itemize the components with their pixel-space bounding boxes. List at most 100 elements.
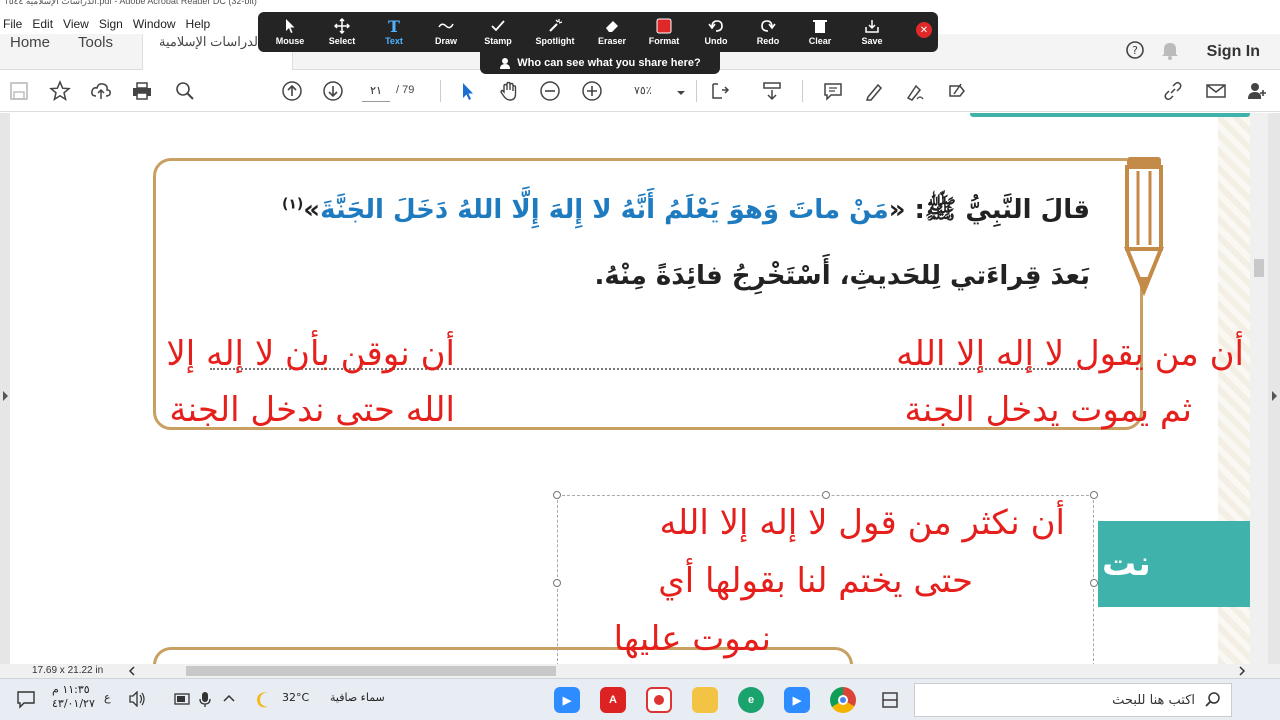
bell-icon[interactable]	[1161, 40, 1179, 64]
share-link-icon[interactable]	[1160, 78, 1186, 104]
annotation-right[interactable]: أن من يقول لا إله إلا الله ثم يموت يدخل …	[896, 326, 1244, 438]
expand-left-panel-icon[interactable]	[1, 390, 9, 402]
page-size: 17.69 x 21.22 in	[32, 665, 104, 676]
who-can-see-button[interactable]: Who can see what you share here?	[480, 52, 720, 74]
menu-sign[interactable]: Sign	[96, 14, 130, 34]
resize-handle[interactable]	[1090, 491, 1098, 499]
notifications-icon[interactable]	[16, 689, 36, 709]
comment-icon[interactable]	[820, 78, 846, 104]
weather-text[interactable]: سماء صافية	[330, 691, 385, 704]
task-view-icon[interactable]	[880, 690, 900, 710]
scroll-right-icon[interactable]	[1238, 666, 1246, 676]
zoom-meeting-icon[interactable]: ▶	[784, 687, 810, 713]
next-page-icon[interactable]	[320, 78, 346, 104]
input-language[interactable]: ع	[104, 691, 111, 704]
volume-icon[interactable]	[128, 691, 146, 707]
header-right: ? Sign In	[1125, 34, 1260, 70]
expand-right-panel-icon[interactable]	[1270, 390, 1278, 402]
zoom-tool-label: Format	[648, 36, 680, 46]
battery-icon[interactable]	[174, 691, 192, 707]
menu-window[interactable]: Window	[130, 14, 183, 34]
draw-sign-icon[interactable]	[902, 78, 928, 104]
zoom-tool-text[interactable]: T Text	[368, 18, 420, 46]
scroll-mode-icon[interactable]	[759, 78, 785, 104]
menu-file[interactable]: File	[0, 14, 29, 34]
tab-home[interactable]: Home	[10, 34, 50, 70]
file-explorer-icon[interactable]	[692, 687, 718, 713]
task-instruction: بَعدَ قِراءَتي لِلحَديثِ، أَسْتَخْرِجُ ف…	[594, 261, 1091, 291]
zoom-tool-eraser[interactable]: Eraser	[586, 18, 638, 46]
scroll-left-icon[interactable]	[128, 666, 136, 676]
spotlight-icon	[549, 19, 563, 32]
annotation-line: ثم يموت يدخل الجنة	[904, 390, 1192, 430]
taskbar: ١١:٣٥ م ٤٣/٠١/٢٧ ع 32°C سماء صافية ▶ A e…	[0, 678, 1280, 720]
add-user-icon[interactable]	[1244, 78, 1270, 104]
resize-handle[interactable]	[553, 579, 561, 587]
annotation-left[interactable]: أن نوقن بأن لا إله إلا الله حتى ندخل الج…	[166, 326, 455, 438]
upload-cloud-icon[interactable]	[88, 78, 114, 104]
chevron-down-icon[interactable]	[668, 80, 694, 106]
text-annotation-box[interactable]: أن نكثر من قول لا إله إلا الله حتى يختم …	[557, 495, 1094, 664]
zoom-in-icon[interactable]	[579, 78, 605, 104]
chevron-up-icon[interactable]	[222, 692, 236, 704]
pdf-page: قالَ النَّبِيُّ ﷺ: «مَنْ ماتَ وَهوَ يَعْ…	[10, 113, 1250, 664]
highlight-pen-icon[interactable]	[861, 78, 887, 104]
help-icon[interactable]: ?	[1125, 40, 1145, 64]
resize-handle[interactable]	[553, 491, 561, 499]
zoom-tool-format[interactable]: Format	[638, 18, 690, 46]
svg-text:T: T	[388, 18, 400, 34]
zoom-tool-label: Mouse	[275, 36, 305, 46]
format-icon	[656, 18, 672, 34]
microphone-icon[interactable]	[198, 691, 212, 707]
annotation-line: أن نوقن بأن لا إله إلا	[166, 334, 455, 374]
zoom-tool-spotlight[interactable]: Spotlight	[524, 18, 586, 46]
zoom-tool-save[interactable]: Save	[846, 18, 898, 46]
page-number-input[interactable]: ٢١	[362, 82, 390, 102]
save-icon[interactable]	[6, 78, 32, 104]
menu-edit[interactable]: Edit	[29, 14, 60, 34]
zoom-out-icon[interactable]	[537, 78, 563, 104]
horizontal-scrollbar-thumb[interactable]	[186, 666, 556, 676]
menu-help[interactable]: Help	[183, 14, 218, 34]
zoom-tool-clear[interactable]: Clear	[794, 18, 846, 46]
edge-browser-icon[interactable]: e	[738, 687, 764, 713]
zoom-tool-undo[interactable]: Undo	[690, 18, 742, 46]
clock[interactable]: ١١:٣٥ م ٤٣/٠١/٢٧	[52, 683, 95, 711]
zoom-app-icon[interactable]: ▶	[554, 687, 580, 713]
annotation-line: أن نكثر من قول لا إله إلا الله	[659, 503, 1066, 543]
zoom-tool-label: Clear	[808, 36, 832, 46]
recorder-app-icon[interactable]	[646, 687, 672, 713]
zoom-tool-label: Redo	[756, 36, 780, 46]
zoom-tool-redo[interactable]: Redo	[742, 18, 794, 46]
print-icon[interactable]	[129, 78, 155, 104]
temperature[interactable]: 32°C	[282, 691, 309, 704]
close-icon[interactable]: ✕	[916, 22, 932, 38]
zoom-tool-draw[interactable]: Draw	[420, 18, 472, 46]
zoom-tool-label: Spotlight	[535, 36, 575, 46]
menu-view[interactable]: View	[60, 14, 96, 34]
fill-sign-icon[interactable]	[944, 78, 970, 104]
vertical-scrollbar[interactable]	[1250, 113, 1268, 664]
chrome-browser-icon[interactable]	[830, 687, 856, 713]
select-cursor-icon[interactable]	[454, 78, 480, 104]
tab-tools[interactable]: Tools	[78, 34, 113, 70]
acrobat-app-icon[interactable]: A	[600, 687, 626, 713]
hand-tool-icon[interactable]	[496, 78, 522, 104]
scrollbar-thumb[interactable]	[1254, 259, 1264, 277]
user-icon	[500, 58, 511, 69]
find-icon[interactable]	[172, 78, 198, 104]
resize-handle[interactable]	[1090, 579, 1098, 587]
previous-page-icon[interactable]	[279, 78, 305, 104]
star-icon[interactable]	[47, 78, 73, 104]
fit-page-icon[interactable]	[708, 78, 734, 104]
zoom-tool-stamp[interactable]: Stamp	[472, 18, 524, 46]
zoom-tool-mouse[interactable]: Mouse	[264, 18, 316, 46]
annotation-bottom: أن نكثر من قول لا إله إلا الله حتى يختم …	[614, 494, 1065, 664]
zoom-tool-select[interactable]: Select	[316, 18, 368, 46]
sign-in-button[interactable]: Sign In	[1207, 43, 1260, 61]
zoom-level-select[interactable]: ٧٥٪	[634, 84, 652, 97]
zoom-tool-label: Select	[328, 36, 356, 46]
email-icon[interactable]	[1203, 78, 1229, 104]
taskbar-search-box[interactable]: اكتب هنا للبحث	[914, 683, 1232, 717]
resize-handle[interactable]	[822, 491, 830, 499]
